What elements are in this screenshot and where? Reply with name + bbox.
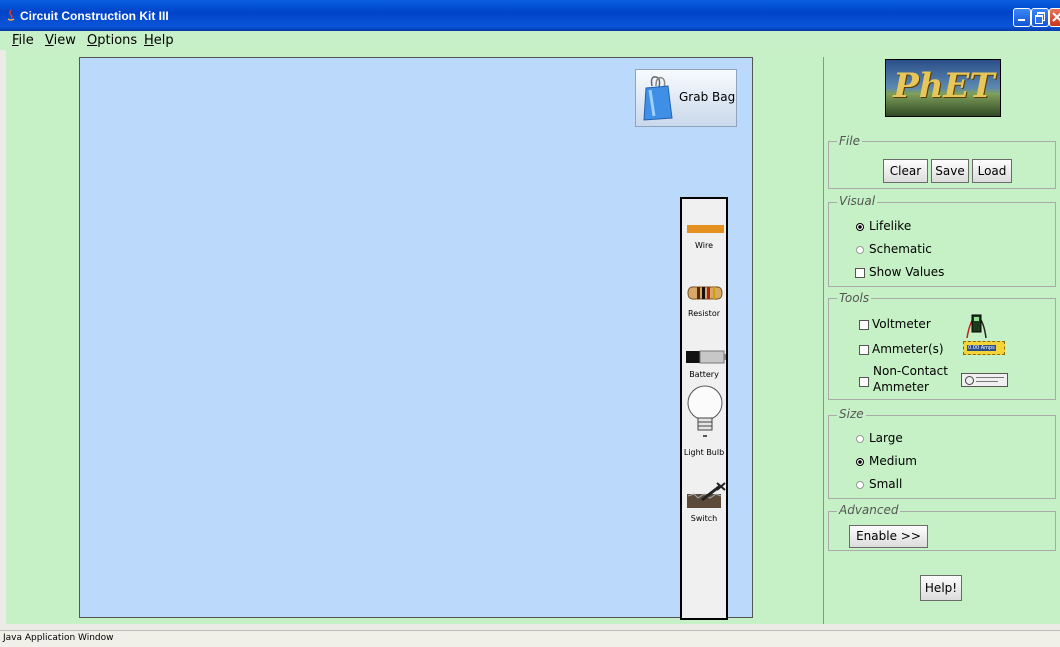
ammeter-label: Ammeter(s): [872, 342, 944, 356]
ammeter-readout: 0.00 Amps: [967, 345, 996, 351]
schematic-label: Schematic: [869, 242, 932, 256]
visual-group-title: Visual: [837, 194, 878, 208]
non-contact-label-line2: Ammeter: [873, 380, 929, 394]
advanced-group-title: Advanced: [837, 503, 901, 517]
grab-bag-label: Grab Bag: [679, 90, 736, 104]
size-large-label: Large: [869, 431, 903, 445]
phet-logo: PhET: [885, 59, 1001, 117]
switch-icon[interactable]: [686, 480, 728, 510]
restore-button[interactable]: [1031, 8, 1049, 27]
voltmeter-checkbox[interactable]: [859, 320, 869, 330]
help-button[interactable]: Help!: [920, 575, 962, 601]
size-medium-radio[interactable]: [856, 458, 864, 466]
size-medium-label: Medium: [869, 454, 917, 468]
size-group-title: Size: [837, 407, 866, 421]
java-app-icon: [7, 9, 15, 21]
battery-icon[interactable]: [686, 350, 726, 364]
window-title: Circuit Construction Kit III: [20, 9, 169, 23]
close-button[interactable]: [1049, 8, 1060, 27]
light-bulb-icon[interactable]: [685, 385, 725, 441]
lifelike-label: Lifelike: [869, 219, 912, 233]
menu-file[interactable]: File: [12, 33, 34, 48]
minimize-button[interactable]: [1013, 8, 1031, 27]
component-toolbox: Wire Resistor Battery Light Bulb Switch: [680, 197, 728, 620]
minimize-icon: [1018, 19, 1025, 21]
resistor-icon[interactable]: [686, 285, 724, 301]
phet-logo-text: PhET: [893, 66, 995, 106]
enable-advanced-button[interactable]: Enable >>: [849, 525, 928, 548]
status-bar: Java Application Window: [0, 630, 1060, 647]
menu-help[interactable]: Help: [144, 33, 174, 48]
schematic-radio[interactable]: [856, 246, 864, 254]
size-small-label: Small: [869, 477, 903, 491]
resistor-label: Resistor: [688, 309, 720, 318]
non-contact-ammeter-checkbox[interactable]: [859, 377, 869, 387]
title-bar: Circuit Construction Kit III: [0, 0, 1060, 31]
close-icon: [1052, 12, 1060, 22]
save-button[interactable]: Save: [931, 159, 969, 183]
show-values-checkbox[interactable]: [855, 268, 865, 278]
menu-options[interactable]: Options: [87, 33, 137, 48]
show-values-label: Show Values: [869, 265, 945, 279]
menu-bar: File View Options Help: [0, 31, 1060, 50]
tools-group-title: Tools: [837, 291, 872, 305]
circuit-canvas[interactable]: [79, 57, 753, 618]
non-contact-label-line1: Non-Contact: [873, 364, 948, 378]
wire-icon[interactable]: [687, 225, 724, 233]
battery-label: Battery: [689, 370, 719, 379]
ammeter-checkbox[interactable]: [859, 345, 869, 355]
grab-bag-button[interactable]: Grab Bag: [635, 69, 737, 127]
shopping-bag-icon: [643, 76, 673, 121]
non-contact-ammeter-icon: [961, 373, 1008, 387]
status-text: Java Application Window: [3, 633, 114, 643]
switch-label: Switch: [690, 514, 718, 523]
clear-button[interactable]: Clear: [883, 159, 928, 183]
wire-label: Wire: [695, 241, 713, 250]
light-bulb-label: Light Bulb: [683, 448, 725, 457]
load-button[interactable]: Load: [972, 159, 1012, 183]
lifelike-radio[interactable]: [856, 223, 864, 231]
voltmeter-icon: [966, 314, 987, 339]
menu-view[interactable]: View: [45, 33, 76, 48]
ammeter-icon: 0.00 Amps: [963, 341, 1005, 355]
size-large-radio[interactable]: [856, 435, 864, 443]
voltmeter-label: Voltmeter: [872, 317, 931, 331]
size-small-radio[interactable]: [856, 481, 864, 489]
file-group-title: File: [837, 134, 862, 148]
